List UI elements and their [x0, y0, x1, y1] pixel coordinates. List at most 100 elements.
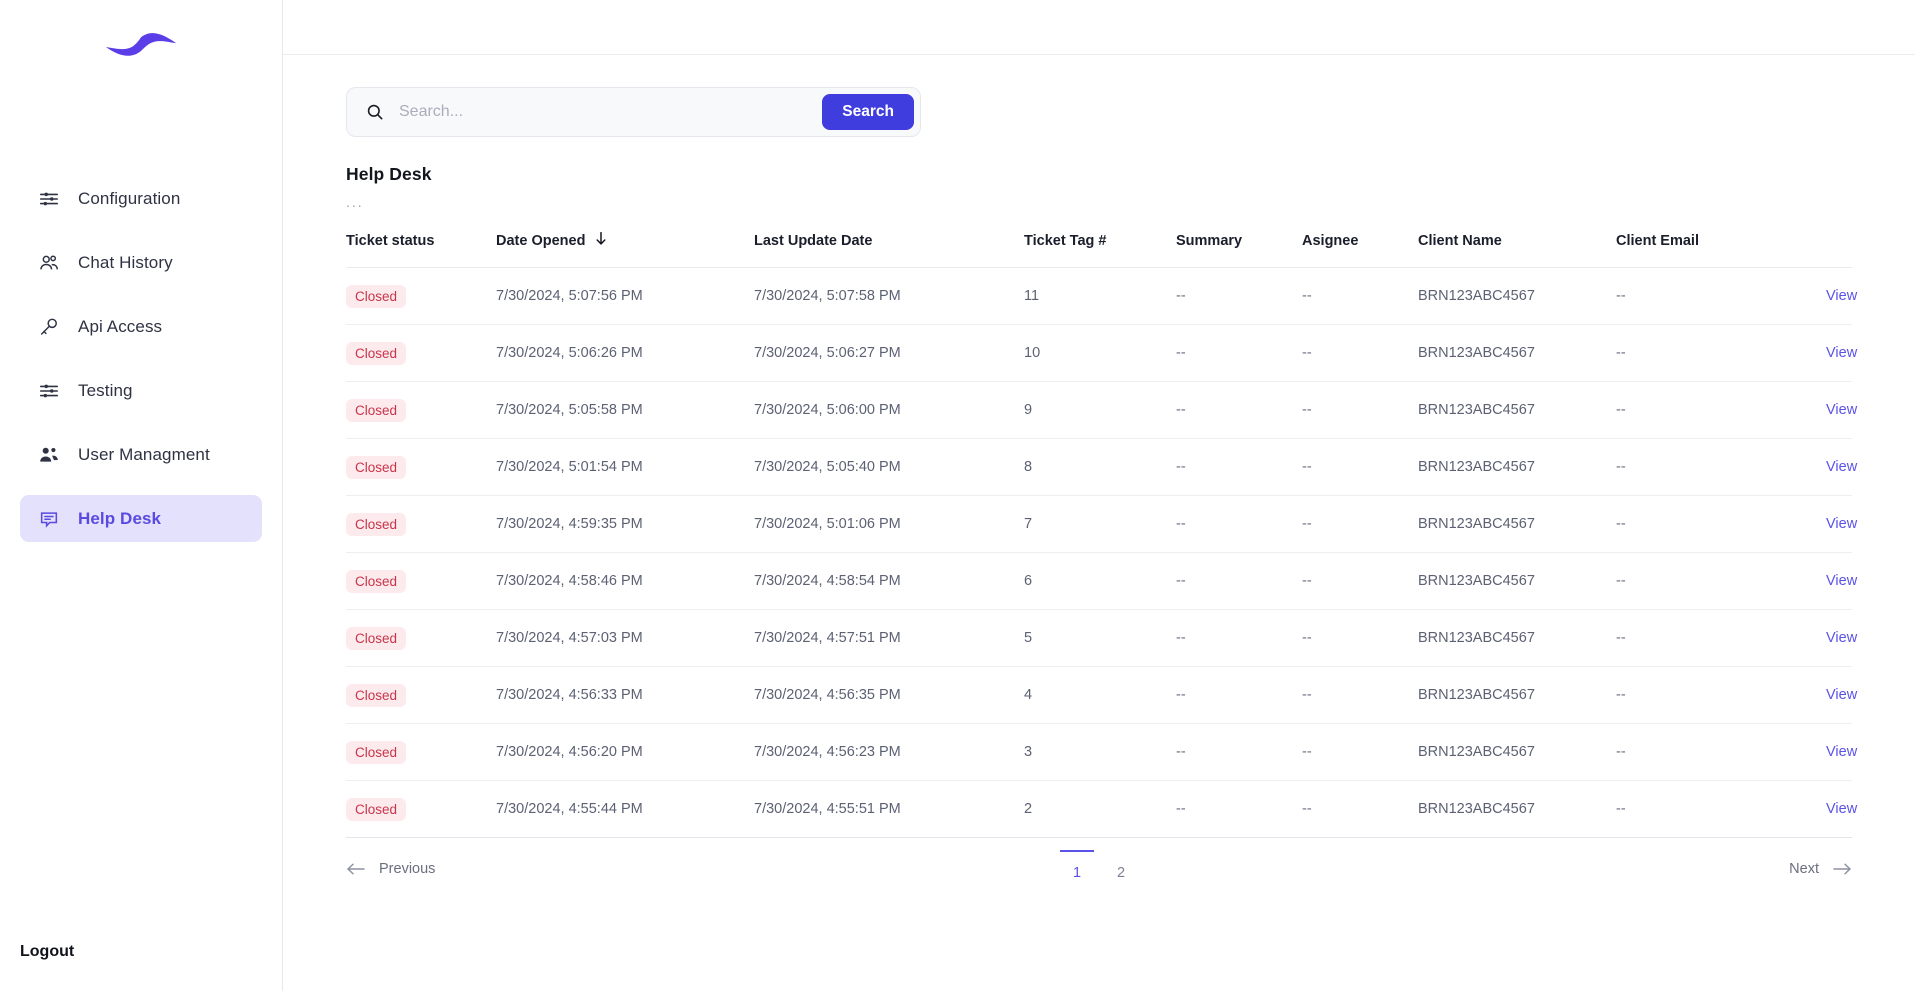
cell-last-update-date: 7/30/2024, 5:06:27 PM — [754, 324, 1024, 382]
table-row[interactable]: Closed 7/30/2024, 5:01:54 PM 7/30/2024, 5:… — [346, 438, 1857, 496]
view-link[interactable]: View — [1826, 573, 1857, 589]
status-badge: Closed — [346, 398, 407, 422]
cell-client-name: BRN123ABC4567 — [1418, 609, 1616, 667]
search-button[interactable]: Search — [822, 94, 914, 130]
table-row[interactable]: Closed 7/30/2024, 4:55:44 PM 7/30/2024, 4:… — [346, 780, 1857, 838]
cell-last-update-date: 7/30/2024, 4:58:54 PM — [754, 552, 1024, 610]
cell-date-opened: 7/30/2024, 5:01:54 PM — [496, 438, 754, 496]
sidebar-item-help-desk[interactable]: Help Desk — [20, 495, 262, 542]
cell-last-update-date: 7/30/2024, 5:07:58 PM — [754, 267, 1024, 325]
table-row[interactable]: Closed 7/30/2024, 4:56:20 PM 7/30/2024, 4:… — [346, 723, 1857, 781]
sidebar-item-label: Chat History — [78, 252, 173, 272]
view-link[interactable]: View — [1826, 288, 1857, 304]
sidebar-item-chat-history[interactable]: Chat History — [20, 239, 262, 286]
sidebar-item-api-access[interactable]: Api Access — [20, 303, 262, 350]
view-link[interactable]: View — [1826, 687, 1857, 703]
cell-action: View — [1826, 666, 1857, 724]
column-header-client-email[interactable]: Client Email — [1616, 231, 1826, 268]
app-root: Configuration Chat History Api Access Te… — [0, 0, 1915, 991]
table-row[interactable]: Closed 7/30/2024, 4:59:35 PM 7/30/2024, 5:… — [346, 495, 1857, 553]
view-link[interactable]: View — [1826, 402, 1857, 418]
table-row[interactable]: Closed 7/30/2024, 5:05:58 PM 7/30/2024, 5:… — [346, 381, 1857, 439]
cell-action: View — [1826, 381, 1857, 439]
column-header-actions — [1826, 231, 1852, 268]
status-badge: Closed — [346, 569, 407, 593]
column-header-ticket-tag[interactable]: Ticket Tag # — [1024, 231, 1176, 268]
sidebar: Configuration Chat History Api Access Te… — [0, 0, 283, 991]
cell-ticket-tag: 6 — [1024, 552, 1176, 610]
cell-client-email: -- — [1616, 495, 1826, 553]
cell-ticket-status: Closed — [346, 552, 496, 610]
users-solid-icon — [38, 444, 60, 466]
cell-ticket-status: Closed — [346, 438, 496, 496]
table-row[interactable]: Closed 7/30/2024, 4:57:03 PM 7/30/2024, 4:… — [346, 609, 1857, 667]
cell-summary: -- — [1176, 381, 1302, 439]
tickets-table-wrap: Ticket status Date Opened Last Update Da… — [346, 231, 1857, 838]
cell-last-update-date: 7/30/2024, 4:57:51 PM — [754, 609, 1024, 667]
column-header-date-opened[interactable]: Date Opened — [496, 231, 754, 268]
cell-client-name: BRN123ABC4567 — [1418, 666, 1616, 724]
cell-summary: -- — [1176, 267, 1302, 325]
logout-button[interactable]: Logout — [20, 943, 74, 961]
status-badge: Closed — [346, 512, 407, 536]
cell-ticket-tag: 3 — [1024, 723, 1176, 781]
cell-summary: -- — [1176, 495, 1302, 553]
table-header-row: Ticket status Date Opened Last Update Da… — [346, 231, 1852, 268]
sidebar-item-label: Testing — [78, 380, 133, 400]
status-badge: Closed — [346, 341, 407, 365]
column-header-ticket-status[interactable]: Ticket status — [346, 231, 496, 268]
view-link[interactable]: View — [1826, 744, 1857, 760]
view-link[interactable]: View — [1826, 459, 1857, 475]
column-header-client-name[interactable]: Client Name — [1418, 231, 1616, 268]
sidebar-item-user-managment[interactable]: User Managment — [20, 431, 262, 478]
cell-client-email: -- — [1616, 267, 1826, 325]
cell-date-opened: 7/30/2024, 4:55:44 PM — [496, 780, 754, 838]
logo[interactable] — [0, 0, 282, 90]
table-row[interactable]: Closed 7/30/2024, 4:58:46 PM 7/30/2024, 4:… — [346, 552, 1857, 610]
sidebar-nav: Configuration Chat History Api Access Te… — [0, 175, 282, 559]
view-link[interactable]: View — [1826, 516, 1857, 532]
column-header-asignee[interactable]: Asignee — [1302, 231, 1418, 268]
cell-last-update-date: 7/30/2024, 4:56:23 PM — [754, 723, 1024, 781]
page-number-list: 12 — [346, 850, 1852, 881]
cell-summary: -- — [1176, 438, 1302, 496]
search-row: Search — [283, 55, 1915, 137]
cell-last-update-date: 7/30/2024, 5:01:06 PM — [754, 495, 1024, 553]
cell-client-name: BRN123ABC4567 — [1418, 267, 1616, 325]
cell-ticket-status: Closed — [346, 324, 496, 382]
sidebar-item-testing[interactable]: Testing — [20, 367, 262, 414]
cell-summary: -- — [1176, 723, 1302, 781]
cell-summary: -- — [1176, 552, 1302, 610]
search-box[interactable]: Search — [346, 87, 921, 137]
table-row[interactable]: Closed 7/30/2024, 5:06:26 PM 7/30/2024, 5:… — [346, 324, 1857, 382]
cell-ticket-tag: 8 — [1024, 438, 1176, 496]
view-link[interactable]: View — [1826, 630, 1857, 646]
page-title: Help Desk — [346, 164, 432, 184]
main-area: Search Help Desk ... Ticket status — [283, 0, 1915, 991]
sliders-icon — [38, 380, 60, 402]
cell-client-email: -- — [1616, 780, 1826, 838]
view-link[interactable]: View — [1826, 801, 1857, 817]
column-header-summary[interactable]: Summary — [1176, 231, 1302, 268]
cell-client-email: -- — [1616, 381, 1826, 439]
table-row[interactable]: Closed 7/30/2024, 4:56:33 PM 7/30/2024, 4:… — [346, 666, 1857, 724]
page-number-1[interactable]: 1 — [1060, 850, 1094, 881]
cell-client-email: -- — [1616, 723, 1826, 781]
tickets-table: Ticket status Date Opened Last Update Da… — [346, 231, 1857, 838]
table-row[interactable]: Closed 7/30/2024, 5:07:56 PM 7/30/2024, 5:… — [346, 267, 1857, 325]
cell-asignee: -- — [1302, 495, 1418, 553]
view-link[interactable]: View — [1826, 345, 1857, 361]
sidebar-item-configuration[interactable]: Configuration — [20, 175, 262, 222]
cell-date-opened: 7/30/2024, 5:06:26 PM — [496, 324, 754, 382]
cell-asignee: -- — [1302, 438, 1418, 496]
search-input[interactable] — [399, 103, 809, 121]
cell-client-name: BRN123ABC4567 — [1418, 324, 1616, 382]
column-header-last-update-date[interactable]: Last Update Date — [754, 231, 1024, 268]
cell-client-email: -- — [1616, 609, 1826, 667]
cell-client-name: BRN123ABC4567 — [1418, 438, 1616, 496]
chat-bubble-icon — [38, 508, 60, 530]
wave-logo-icon — [105, 33, 177, 56]
cell-client-email: -- — [1616, 552, 1826, 610]
cell-asignee: -- — [1302, 324, 1418, 382]
page-number-2[interactable]: 2 — [1104, 850, 1138, 881]
